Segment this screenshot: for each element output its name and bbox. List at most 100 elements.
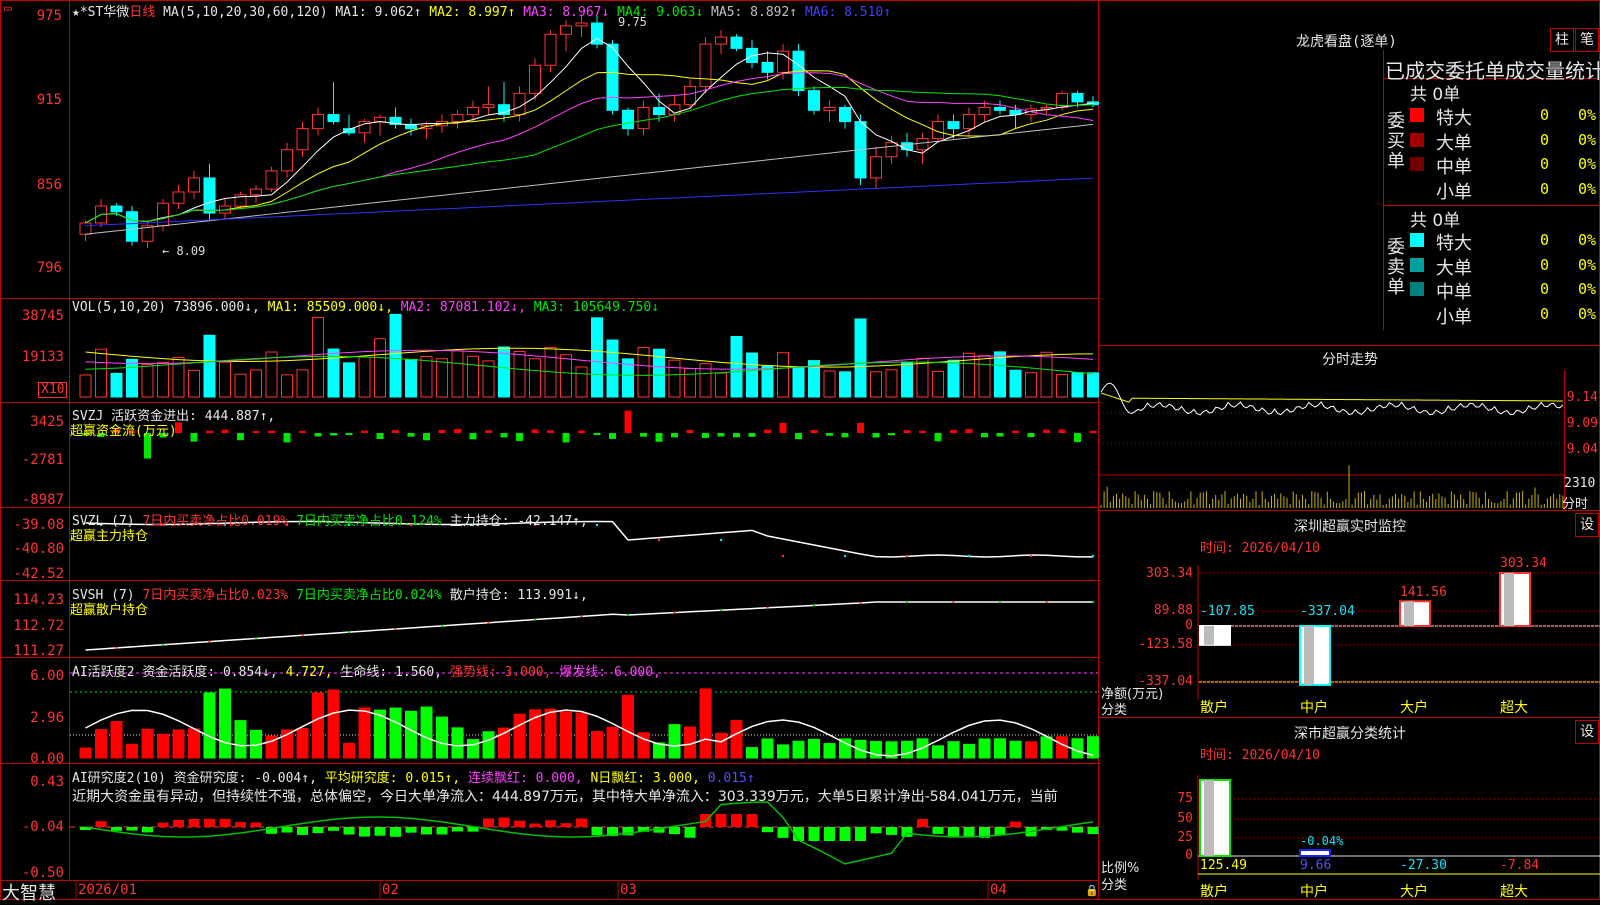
svzj-bar: [283, 433, 291, 443]
svzj-bar: [609, 433, 616, 439]
classstat-annotation: -0.04%: [1300, 834, 1344, 848]
svzj-bar: [1089, 431, 1097, 433]
candle: [79, 222, 92, 235]
candle: [994, 107, 1006, 111]
svzl-dot: [1091, 554, 1095, 558]
vol-bar: [715, 372, 727, 398]
monitor-time: 时间: 2026/04/10: [1200, 541, 1320, 556]
svsh-subtitle: 超赢散户持仓: [70, 603, 149, 618]
ai2-bar: [746, 814, 758, 827]
vol-bar: [823, 370, 836, 398]
vol-unit-badge: X10: [38, 382, 68, 398]
swatch: [1410, 306, 1424, 321]
intra-avg-line: [1100, 392, 1563, 403]
axis-kline-tick-2: 111.27: [13, 643, 64, 659]
ai1-bar: [808, 738, 820, 759]
mon-value-2: 141.56: [1400, 585, 1447, 600]
bar-mode-button[interactable]: 柱: [1550, 28, 1574, 52]
svzj-bar: [733, 433, 740, 438]
lock-icon[interactable]: 🔒: [1085, 884, 1099, 897]
vol-bar: [219, 361, 231, 398]
svsh-hdr-item-3: 散户持仓: 113.991↓,: [449, 588, 588, 603]
buy-rows-2: 中单 0 0%: [1410, 153, 1600, 178]
axis-kline-tick-2: 0.00: [30, 751, 64, 767]
vol-bar: [529, 358, 541, 398]
svzl-hdr-item-3: 主力持仓: -42.147↑,: [449, 514, 588, 529]
vol-header: VOL(5,10,20) 73896.000↓, MA1: 85509.000↓…: [72, 300, 659, 315]
ai1-bar: [932, 745, 944, 759]
ai2-bar: [390, 827, 401, 837]
vol-hdr-item-4: MA3: 105649.750↓: [533, 300, 660, 315]
name: 大单: [1436, 132, 1472, 154]
ai2-bar: [917, 818, 928, 827]
line-mode-button[interactable]: 笔: [1575, 28, 1599, 52]
ai1-bar: [1025, 741, 1037, 759]
svsh-dot: [487, 621, 490, 624]
vol-hdr-item-2: MA1: 85509.000↓,: [267, 300, 401, 315]
ai1-bar: [699, 688, 712, 759]
ai2-bar: [235, 822, 246, 827]
name: 特大: [1436, 108, 1472, 129]
period-label[interactable]: 日线: [129, 5, 155, 20]
ai2-bar: [932, 827, 944, 834]
ma-legend-2: MA2: 8.997↑: [421, 5, 516, 20]
candle: [296, 128, 309, 151]
stock-title[interactable]: ★*ST华微: [72, 5, 129, 20]
percent: 0%: [1578, 255, 1597, 274]
ai2-hdr-item-1: 资金研究度: -0.004↑,: [173, 771, 325, 786]
ai1-hdr-item-0: AI活跃度2: [72, 665, 143, 680]
ai1-hdr-item-3: 生命线: 1.560,: [340, 665, 450, 680]
ai1-bar: [715, 732, 727, 759]
candle: [730, 36, 743, 49]
ma-line-5: [85, 123, 1094, 235]
ai1-bar: [203, 692, 216, 759]
ai2-bar: [1087, 827, 1099, 835]
ai2-bar: [157, 822, 169, 827]
dragon-title: 龙虎看盘(逐单): [1296, 34, 1397, 50]
svsh-dot: [580, 615, 583, 618]
vol-bar: [405, 358, 417, 398]
svzj-bar: [996, 433, 1004, 437]
axis-kline-tick-1: -40.80: [13, 541, 64, 557]
classstat-settings-button[interactable]: 设: [1575, 720, 1599, 744]
vol-bar: [467, 355, 479, 398]
vol-bar: [420, 355, 433, 398]
buy-rows-1: 大单 0 0%: [1410, 129, 1600, 154]
svzj-bar: [299, 430, 306, 433]
vol-bar: [1071, 372, 1084, 398]
ai2-bar: [1010, 821, 1021, 827]
ai2-bar: [250, 822, 262, 827]
kline-legend: ★*ST华微日线 MA(5,10,20,30,60,120) MA1: 9.06…: [72, 1, 891, 20]
svzj-bar: [547, 430, 554, 433]
ai1-bar: [1071, 738, 1084, 759]
cls-category-0: 散户: [1200, 884, 1228, 900]
svzl-dot: [781, 554, 785, 558]
vol-bar: [746, 352, 758, 398]
svsh-dot: [440, 624, 444, 628]
intra-axis-tick-0: 9.14: [1566, 390, 1598, 405]
ai1-hdr-item-1: 资金活跃度: 0.854↓,: [142, 665, 286, 680]
svzl-subtitle: 超赢主力持仓: [70, 529, 149, 544]
svzj-bar: [578, 430, 585, 433]
vol-bar: [451, 350, 464, 398]
ai2-bar: [684, 827, 696, 838]
ai1-header: AI活跃度2 资金活跃度: 0.854↓, 4.727, 生命线: 1.560,…: [72, 661, 661, 680]
ai2-bar: [219, 818, 231, 827]
svsh-dot: [301, 634, 304, 637]
main-chart-canvas[interactable]: [0, 0, 1600, 900]
vol-bar: [684, 368, 696, 398]
svzj-bar: [919, 430, 926, 433]
ai2-bar: [963, 827, 975, 837]
swatch: [1410, 108, 1424, 122]
ai2-bar: [498, 817, 510, 827]
monitor-xlabel: 分类: [1101, 703, 1128, 718]
candle: [653, 107, 665, 116]
vol-bar: [250, 369, 262, 398]
monitor-settings-button[interactable]: 设: [1575, 513, 1599, 537]
ai2-bar: [297, 827, 308, 835]
candle: [312, 114, 324, 130]
vol-bar: [1087, 372, 1099, 398]
svzl-dot: [657, 538, 661, 542]
axis-kline-tick-0: 975: [36, 8, 62, 24]
svzj-bar: [934, 433, 942, 442]
